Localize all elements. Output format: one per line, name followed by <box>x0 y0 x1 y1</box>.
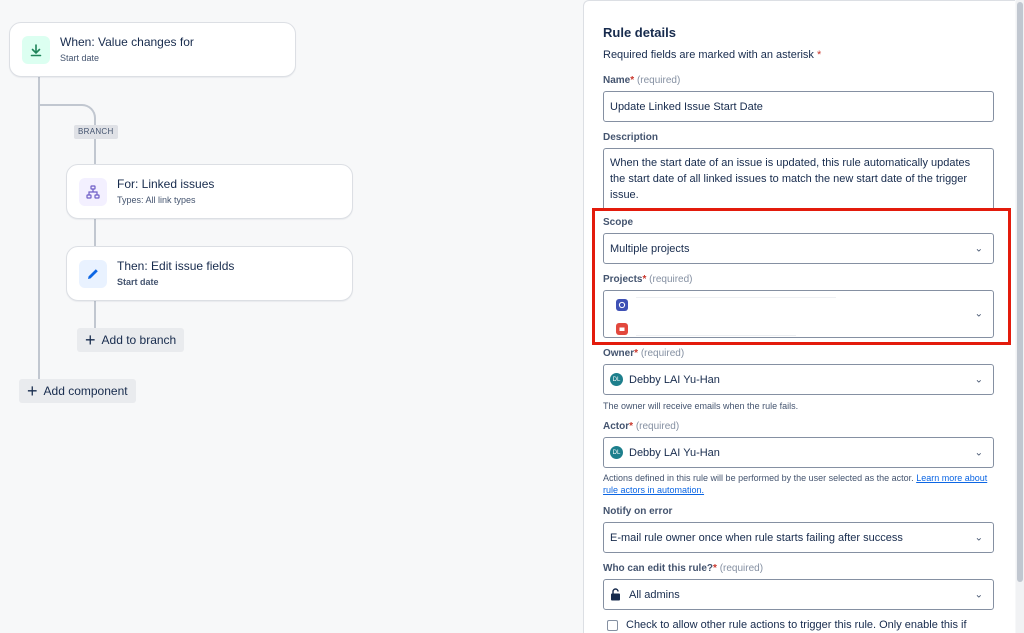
description-label: Description <box>603 132 659 143</box>
add-component-button[interactable]: + Add component <box>19 379 136 403</box>
notify-value: E-mail rule owner once when rule starts … <box>610 531 903 544</box>
owner-asterisk: * <box>634 348 639 359</box>
owner-label-text: Owner <box>603 348 635 359</box>
download-arrow-icon <box>22 35 50 64</box>
who-can-edit-asterisk: * <box>713 563 717 574</box>
trigger-subtitle: Start date <box>60 52 100 63</box>
who-can-edit-select[interactable]: All admins ⌄ <box>603 579 994 610</box>
plus-icon: + <box>85 330 96 350</box>
actor-label-text: Actor <box>603 421 630 432</box>
name-required-hint: (required) <box>636 75 681 86</box>
who-can-edit-value: All admins <box>629 588 680 601</box>
rule-canvas: When: Value changes for Start date BRANC… <box>0 0 582 633</box>
name-label: Name* (required) <box>603 75 680 86</box>
plus-icon: + <box>27 381 38 401</box>
name-field[interactable]: Update Linked Issue Start Date <box>603 91 994 122</box>
owner-label: Owner* (required) <box>603 348 684 359</box>
add-component-label: Add component <box>43 384 128 398</box>
hierarchy-icon <box>79 177 107 206</box>
actor-helper-text: Actions defined in this rule will be per… <box>603 473 914 483</box>
trigger-title: When: Value changes for <box>60 34 194 49</box>
branch-node[interactable]: For: Linked issues Types: All link types <box>66 164 353 219</box>
actor-required-hint: (required) <box>635 421 680 432</box>
action-title: Then: Edit issue fields <box>117 258 235 273</box>
notify-label: Notify on error <box>603 506 673 517</box>
chevron-down-icon: ⌄ <box>974 532 983 543</box>
branch-connector-line-3 <box>94 300 96 328</box>
actor-helper: Actions defined in this rule will be per… <box>603 472 995 496</box>
branch-connector-line-2 <box>94 219 96 247</box>
panel-title: Rule details <box>603 25 676 40</box>
required-note-text: Required fields are marked with an aster… <box>603 49 814 61</box>
actor-select[interactable]: DL Debby LAI Yu-Han ⌄ <box>603 437 994 468</box>
owner-helper: The owner will receive emails when the r… <box>603 401 799 411</box>
actor-value: Debby LAI Yu-Han <box>629 446 720 459</box>
description-field[interactable]: When the start date of an issue is updat… <box>603 148 994 208</box>
branch-title: For: Linked issues <box>117 176 215 191</box>
required-note: Required fields are marked with an aster… <box>603 49 821 61</box>
add-to-branch-button[interactable]: + Add to branch <box>77 328 185 352</box>
name-value: Update Linked Issue Start Date <box>610 100 763 113</box>
branch-subtitle: Types: All link types <box>117 194 196 205</box>
lock-icon <box>610 588 621 601</box>
avatar: DL <box>610 446 623 459</box>
required-asterisk: * <box>817 49 822 61</box>
chevron-down-icon: ⌄ <box>974 374 983 385</box>
allow-trigger-checkbox-row: Check to allow other rule actions to tri… <box>607 619 967 631</box>
panel-scrollbar-thumb[interactable] <box>1017 2 1023 582</box>
owner-select[interactable]: DL Debby LAI Yu-Han ⌄ <box>603 364 994 395</box>
branch-connector-line <box>94 138 96 166</box>
action-subtitle: Start date <box>117 276 159 287</box>
name-asterisk: * <box>630 75 635 86</box>
owner-value: Debby LAI Yu-Han <box>629 373 720 386</box>
add-to-branch-label: Add to branch <box>101 333 177 347</box>
who-can-edit-label-text: Who can edit this rule? <box>603 563 714 574</box>
actor-asterisk: * <box>629 421 634 432</box>
branch-connector-curve <box>40 104 96 126</box>
who-can-edit-label: Who can edit this rule?* (required) <box>603 563 763 574</box>
description-value: When the start date of an issue is updat… <box>610 157 971 201</box>
avatar: DL <box>610 373 623 386</box>
name-label-text: Name <box>603 75 631 86</box>
chevron-down-icon: ⌄ <box>974 589 983 600</box>
who-can-edit-required-hint: (required) <box>719 563 764 574</box>
branch-label: BRANCH <box>74 125 118 139</box>
trigger-node[interactable]: When: Value changes for Start date <box>9 22 296 77</box>
chevron-down-icon: ⌄ <box>974 447 983 458</box>
owner-required-hint: (required) <box>640 348 685 359</box>
notify-select[interactable]: E-mail rule owner once when rule starts … <box>603 522 994 553</box>
action-node[interactable]: Then: Edit issue fields Start date <box>66 246 353 301</box>
allow-trigger-checkbox-label: Check to allow other rule actions to tri… <box>626 619 967 631</box>
pencil-icon <box>79 259 107 288</box>
allow-trigger-checkbox[interactable] <box>607 619 618 631</box>
highlight-box <box>592 208 1011 345</box>
actor-label: Actor* (required) <box>603 421 679 432</box>
